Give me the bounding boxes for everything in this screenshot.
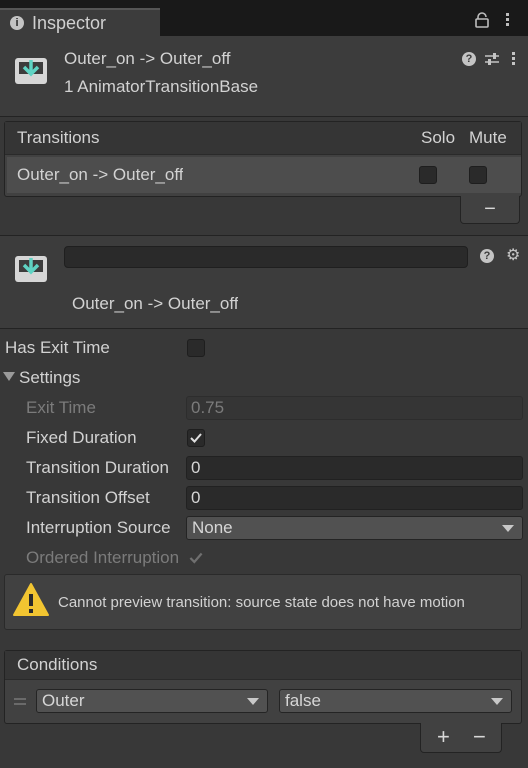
transition-row-label: Outer_on -> Outer_off: [17, 165, 184, 184]
conditions-list: Conditions Outer false: [4, 650, 522, 724]
inspector-header: Outer_on -> Outer_off 1 AnimatorTransiti…: [0, 36, 528, 117]
animator-transition-icon: [15, 256, 47, 282]
solo-column-label: Solo: [421, 128, 456, 147]
transitions-list: Transitions Solo Mute Outer_on -> Outer_…: [4, 121, 522, 197]
conditions-footer: + −: [420, 723, 502, 753]
header-subtitle: 1 AnimatorTransitionBase: [64, 77, 259, 96]
transition-name-field[interactable]: [64, 246, 468, 268]
preset-sliders-icon[interactable]: [484, 51, 500, 67]
help-icon[interactable]: ?: [480, 249, 494, 263]
condition-value-value: false: [285, 691, 321, 710]
chevron-down-icon: [502, 525, 514, 532]
header-title: Outer_on -> Outer_off: [64, 49, 231, 68]
ordered-interruption-label: Ordered Interruption: [26, 548, 180, 567]
interruption-source-value: None: [192, 518, 233, 537]
gear-icon[interactable]: ⚙: [506, 245, 520, 265]
mute-column-label: Mute: [469, 128, 507, 147]
interruption-source-dropdown[interactable]: None: [186, 516, 523, 540]
tab-title: Inspector: [32, 13, 107, 33]
warning-text: Cannot preview transition: source state …: [58, 594, 465, 611]
tab-inspector[interactable]: i Inspector: [0, 8, 160, 36]
warning-icon: [13, 583, 49, 616]
transition-row[interactable]: Outer_on -> Outer_off: [7, 157, 521, 193]
exit-time-label: Exit Time: [26, 398, 96, 417]
transition-duration-field[interactable]: 0: [186, 456, 523, 480]
has-exit-time-label: Has Exit Time: [5, 338, 110, 357]
transition-subtitle: Outer_on -> Outer_off: [72, 294, 239, 313]
conditions-header-label: Conditions: [17, 655, 98, 674]
help-icon[interactable]: ?: [462, 52, 476, 66]
chevron-down-icon: [491, 698, 503, 705]
tab-menu-icon[interactable]: [506, 13, 509, 28]
solo-checkbox[interactable]: [419, 166, 437, 184]
animator-transition-icon: [15, 58, 47, 84]
transitions-list-header: Transitions Solo Mute: [5, 122, 521, 155]
mute-checkbox[interactable]: [469, 166, 487, 184]
transition-duration-label: Transition Duration: [26, 458, 169, 477]
settings-foldout-arrow-icon[interactable]: [3, 372, 15, 381]
info-icon: i: [10, 16, 24, 30]
has-exit-time-checkbox[interactable]: [187, 339, 205, 357]
checkmark-icon: [190, 433, 202, 443]
settings-foldout-label[interactable]: Settings: [19, 368, 80, 388]
conditions-list-header: Conditions: [5, 651, 521, 680]
lock-icon[interactable]: [474, 12, 490, 28]
condition-parameter-dropdown[interactable]: Outer: [36, 689, 268, 713]
exit-time-field: 0.75: [186, 396, 523, 420]
fixed-duration-checkbox[interactable]: [187, 429, 205, 447]
transition-offset-label: Transition Offset: [26, 488, 150, 507]
transitions-header-label: Transitions: [17, 128, 100, 147]
interruption-source-label: Interruption Source: [26, 518, 171, 537]
chevron-down-icon: [247, 698, 259, 705]
drag-handle-icon[interactable]: [14, 698, 26, 708]
condition-parameter-value: Outer: [42, 691, 85, 710]
header-menu-icon[interactable]: [512, 52, 515, 65]
warning-helpbox: Cannot preview transition: source state …: [4, 574, 522, 630]
transition-header: ? ⚙ Outer_on -> Outer_off: [0, 235, 528, 329]
remove-condition-button[interactable]: −: [473, 725, 486, 749]
add-condition-button[interactable]: +: [437, 725, 450, 749]
condition-row: Outer false: [5, 684, 521, 720]
transition-offset-field[interactable]: 0: [186, 486, 523, 510]
condition-value-dropdown[interactable]: false: [279, 689, 512, 713]
fixed-duration-label: Fixed Duration: [26, 428, 137, 447]
ordered-interruption-checkbox: [187, 549, 205, 567]
checkmark-icon: [189, 552, 203, 564]
remove-transition-button[interactable]: −: [460, 196, 520, 224]
